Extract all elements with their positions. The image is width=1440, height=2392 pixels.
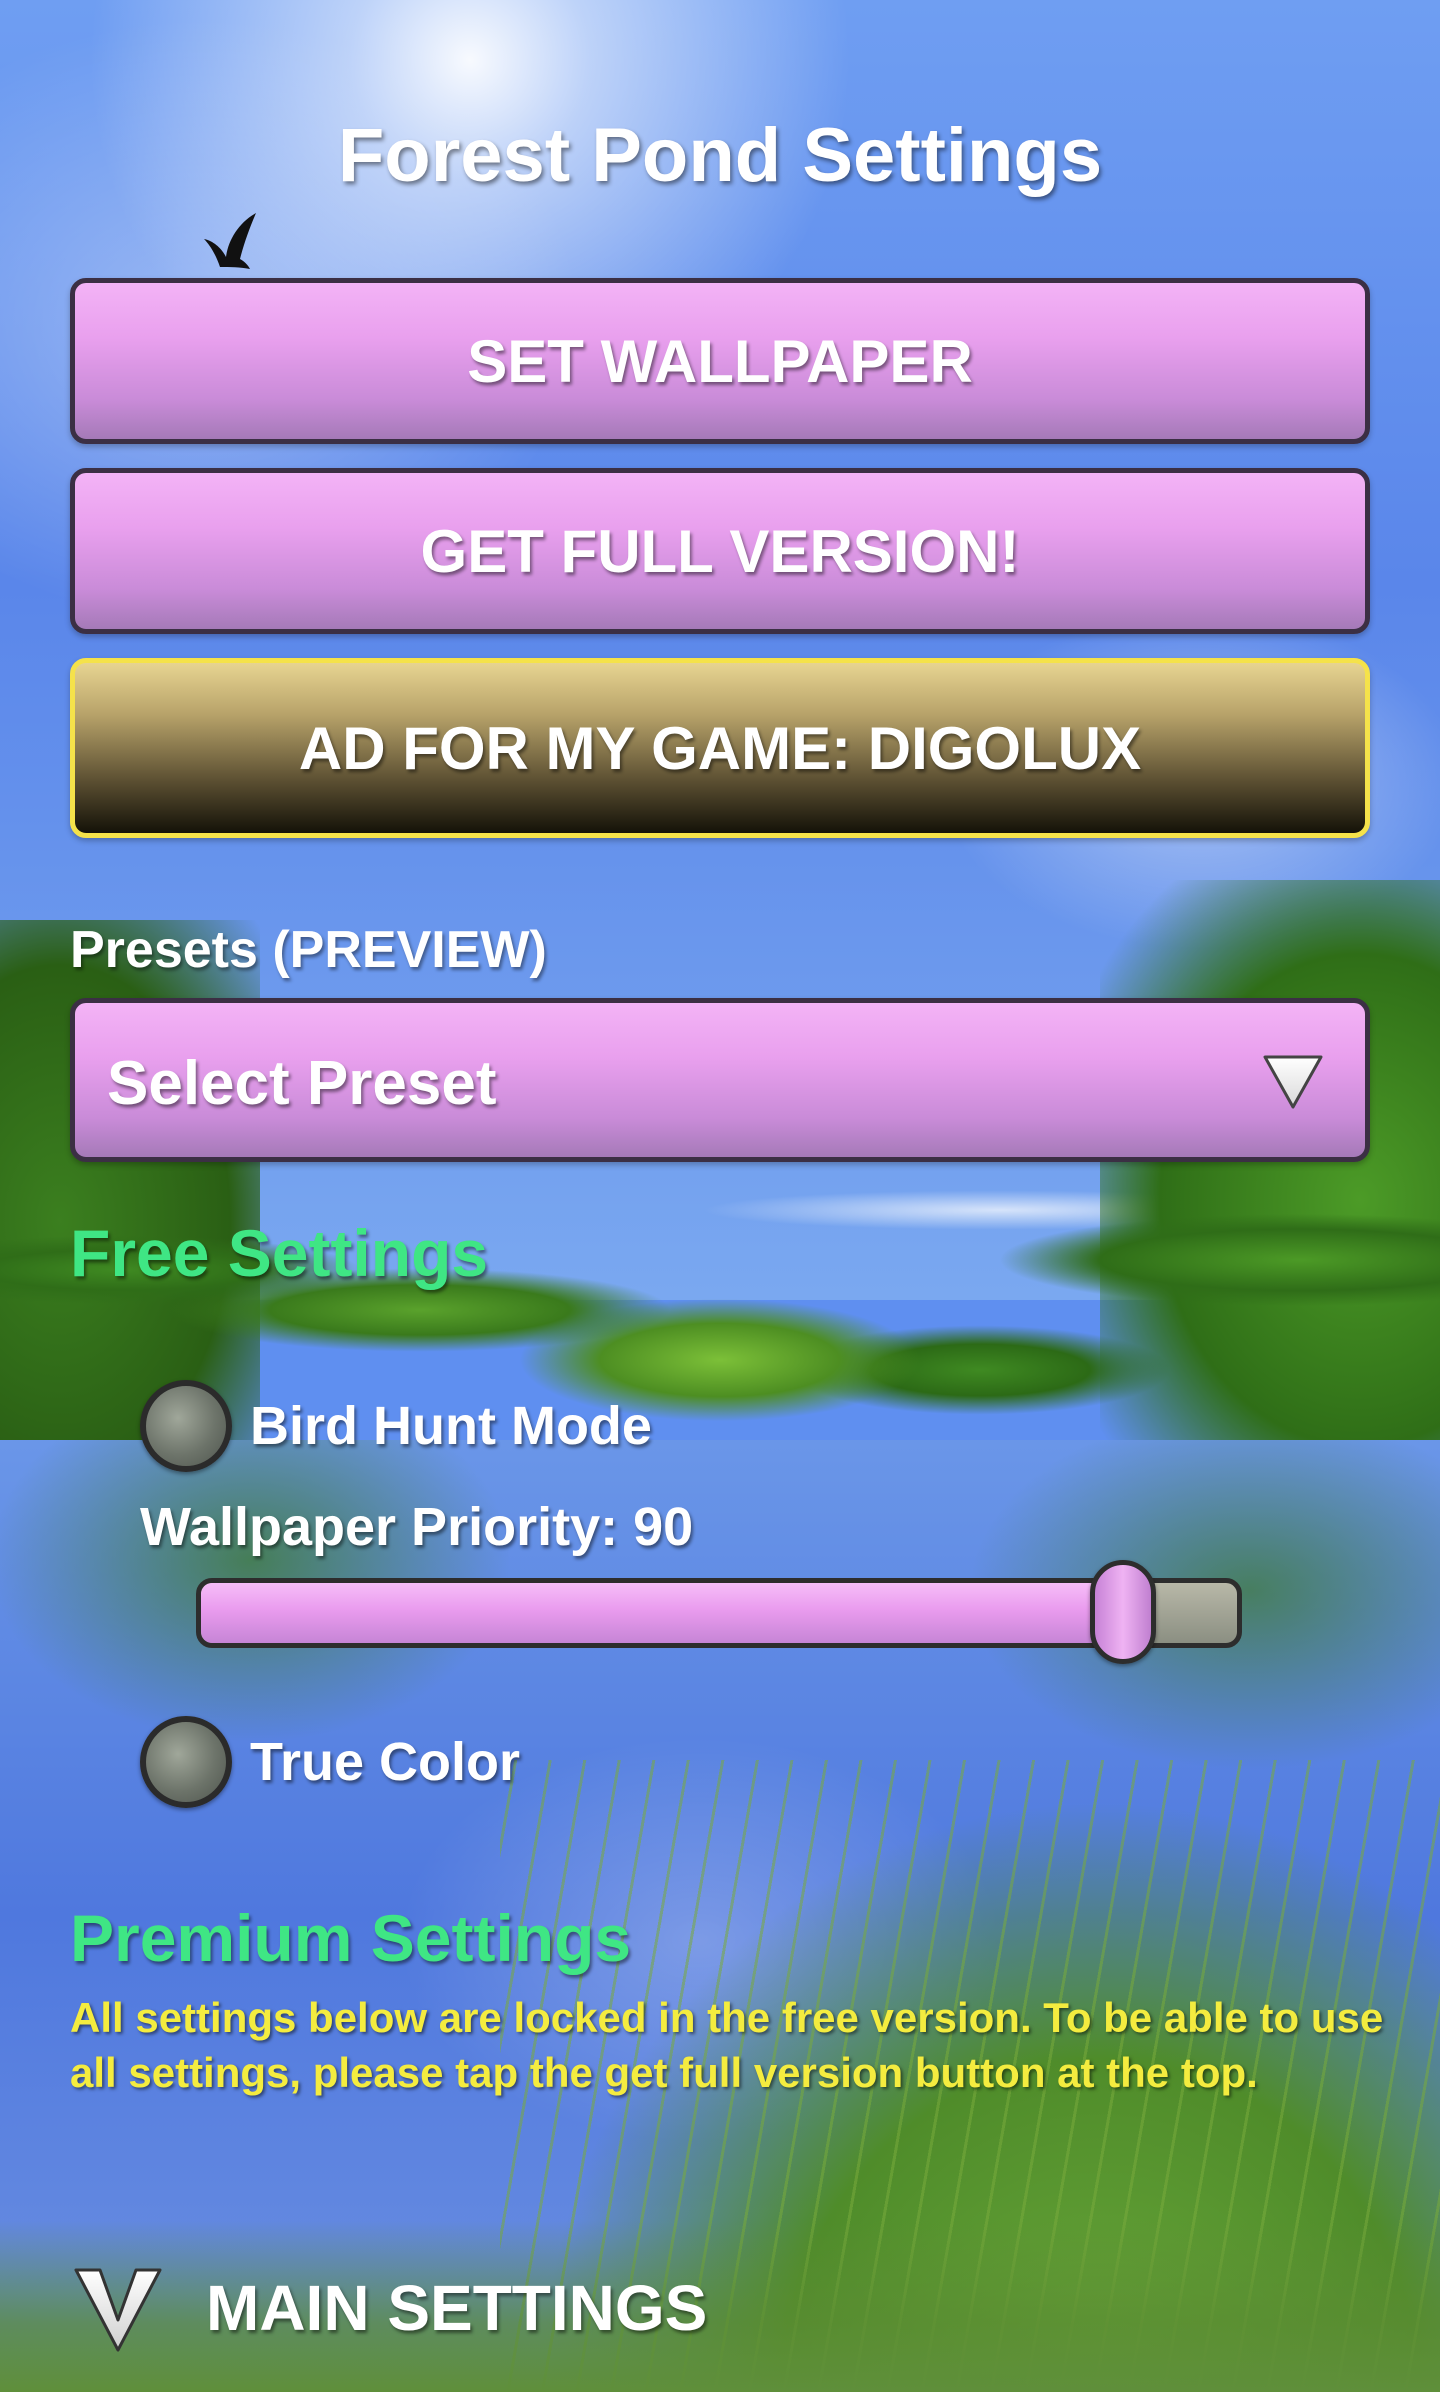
- wallpaper-priority-slider[interactable]: [196, 1578, 1242, 1648]
- settings-screen: Forest Pond Settings SET WALLPAPER GET F…: [0, 0, 1440, 2392]
- true-color-label: True Color: [250, 1732, 521, 1792]
- preset-select[interactable]: Select Preset: [70, 998, 1370, 1162]
- ad-game-button[interactable]: AD FOR MY GAME: DIGOLUX: [70, 658, 1370, 838]
- page-title: Forest Pond Settings: [337, 113, 1103, 198]
- main-settings-section-toggle[interactable]: MAIN SETTINGS: [70, 2260, 707, 2356]
- free-settings-heading: Free Settings: [70, 1216, 489, 1290]
- slider-fill: [201, 1583, 1128, 1643]
- expand-chevron-icon: [74, 2268, 162, 2352]
- true-color-checkbox[interactable]: [140, 1716, 232, 1808]
- get-full-version-label: GET FULL VERSION!: [420, 517, 1020, 585]
- set-wallpaper-button[interactable]: SET WALLPAPER: [70, 278, 1370, 444]
- true-color-toggle[interactable]: True Color: [140, 1716, 520, 1808]
- bird-hunt-mode-checkbox[interactable]: [140, 1380, 232, 1472]
- premium-locked-note: All settings below are locked in the fre…: [70, 1994, 1384, 2096]
- bird-hunt-mode-label: Bird Hunt Mode: [250, 1396, 652, 1456]
- chevron-down-icon: [1263, 1055, 1323, 1109]
- slider-thumb[interactable]: [1090, 1560, 1156, 1664]
- bird-icon: [204, 213, 256, 269]
- presets-label: Presets (PREVIEW): [70, 921, 547, 979]
- preset-select-value: Select Preset: [107, 1049, 497, 1118]
- set-wallpaper-label: SET WALLPAPER: [467, 327, 973, 395]
- main-settings-label: MAIN SETTINGS: [206, 2272, 708, 2344]
- ad-game-label: AD FOR MY GAME: DIGOLUX: [298, 714, 1142, 782]
- bird-hunt-mode-toggle[interactable]: Bird Hunt Mode: [140, 1380, 652, 1472]
- wallpaper-priority-label: Wallpaper Priority: 90: [140, 1497, 694, 1557]
- get-full-version-button[interactable]: GET FULL VERSION!: [70, 468, 1370, 634]
- premium-settings-heading: Premium Settings: [70, 1901, 632, 1975]
